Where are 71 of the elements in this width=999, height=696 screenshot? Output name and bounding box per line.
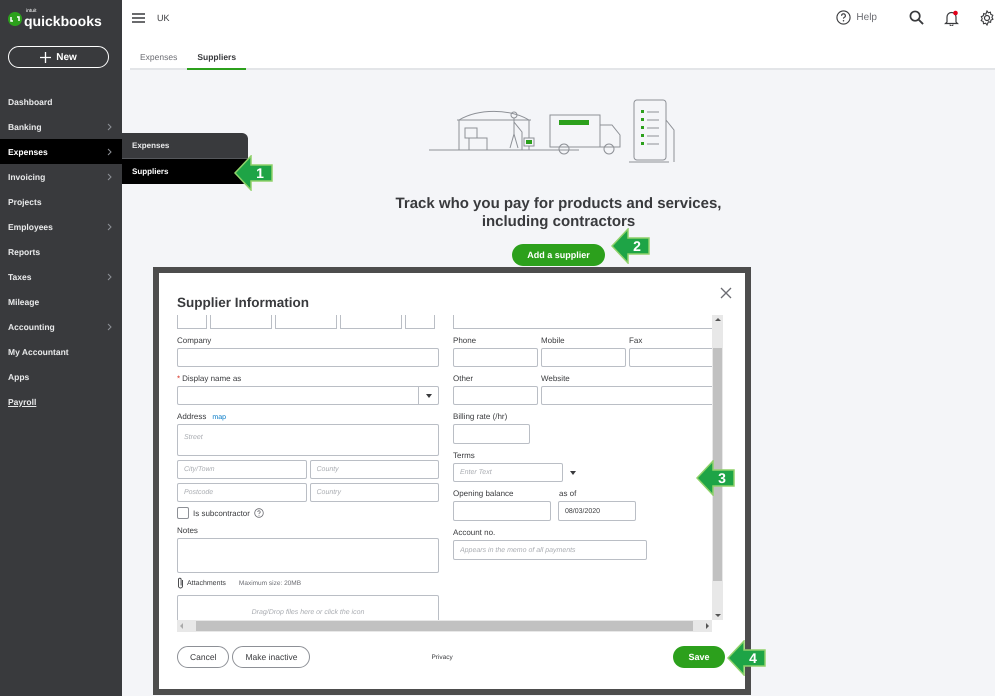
mobile-field[interactable] <box>541 348 626 367</box>
help-icon <box>836 10 852 25</box>
sidebar-item[interactable]: Taxes <box>0 264 122 289</box>
other-field[interactable] <box>453 386 538 405</box>
sidebar-item[interactable]: Expenses <box>0 139 122 164</box>
field-label: Display name as <box>182 374 242 383</box>
plus-icon <box>40 52 52 62</box>
checkbox-label: Is subcontractor <box>193 508 250 518</box>
input-field[interactable] <box>210 315 272 329</box>
phone-field[interactable] <box>453 348 538 367</box>
input-field[interactable] <box>275 315 337 329</box>
sidebar-item[interactable]: Mileage <box>0 289 122 314</box>
sidebar-item[interactable]: Invoicing <box>0 164 122 189</box>
step-callout: 2 <box>611 228 651 264</box>
field-label: as of <box>559 489 578 498</box>
field-label: Company <box>177 336 212 345</box>
required-mark: * <box>177 374 180 383</box>
opening-balance-field[interactable] <box>453 501 551 521</box>
search-icon[interactable] <box>909 10 924 25</box>
submenu-item[interactable]: Suppliers <box>122 158 248 184</box>
horizontal-scrollbar[interactable] <box>177 620 712 632</box>
company-field[interactable] <box>177 348 439 367</box>
new-button[interactable]: New <box>8 46 109 68</box>
logo-text: quickbooks <box>24 14 102 28</box>
sidebar-item[interactable]: Accounting <box>0 314 122 339</box>
help-link[interactable]: Help <box>836 10 877 25</box>
step-callout: 1 <box>234 155 274 191</box>
input-field[interactable] <box>177 315 207 329</box>
website-field[interactable] <box>541 386 712 405</box>
sidebar-item[interactable]: Reports <box>0 239 122 264</box>
field-label: Opening balance <box>453 489 514 498</box>
help-icon[interactable] <box>254 508 264 518</box>
caret-icon <box>426 394 432 398</box>
caret-icon <box>570 470 576 474</box>
step-callout: 3 <box>696 460 736 496</box>
empty-state-heading: Track who you pay for products and services, including contractors <box>394 195 722 231</box>
logo-icon <box>8 12 22 26</box>
sidebar-item[interactable]: Projects <box>0 189 122 214</box>
dialog-title: Supplier Information <box>177 295 310 310</box>
field-label: Mobile <box>541 336 566 345</box>
notes-field[interactable] <box>177 538 439 573</box>
menu-icon[interactable] <box>132 12 145 22</box>
sidebar-item[interactable]: Apps <box>0 364 122 389</box>
input-field[interactable] <box>340 315 402 329</box>
field-label: Account no. <box>453 528 496 537</box>
company-name: UK <box>157 12 170 22</box>
sidebar-item[interactable]: Payroll <box>0 389 122 414</box>
field-label: Website <box>541 374 571 383</box>
sidebar-item[interactable]: Employees <box>0 214 122 239</box>
field-label: Address <box>177 412 206 421</box>
sidebar-item[interactable]: Dashboard <box>0 89 122 114</box>
input-field[interactable] <box>405 315 435 329</box>
submenu-item[interactable]: Expenses <box>122 133 248 158</box>
sidebar-item[interactable]: Banking <box>0 114 122 139</box>
sidebar-item[interactable]: My Accountant <box>0 339 122 364</box>
field-label: Notes <box>177 526 199 535</box>
display-name-dropdown[interactable] <box>177 386 439 405</box>
tab[interactable]: Expenses <box>130 46 188 70</box>
settings-icon[interactable] <box>979 10 995 26</box>
notification-bell-icon[interactable] <box>944 10 959 26</box>
field-label: Billing rate (/hr) <box>453 412 508 421</box>
cancel-button[interactable]: Cancel <box>177 646 230 668</box>
field-label: Phone <box>453 336 478 345</box>
field-label: Terms <box>453 451 476 460</box>
subcontractor-checkbox[interactable] <box>177 507 189 519</box>
field-label: Fax <box>629 336 644 345</box>
field-label: Other <box>453 374 474 383</box>
billing-rate-field[interactable] <box>453 424 530 444</box>
step-callout: 4 <box>727 640 767 676</box>
close-icon[interactable] <box>720 287 732 299</box>
paperclip-icon[interactable] <box>177 577 184 589</box>
